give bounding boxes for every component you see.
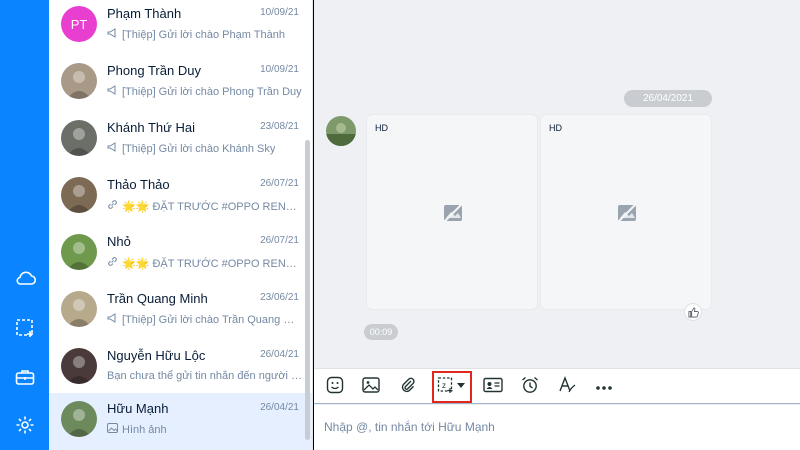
conversation-name: Hữu Mạnh: [107, 401, 169, 416]
video-duration-badge: 00:09: [364, 324, 398, 340]
image-message[interactable]: HD: [540, 114, 712, 310]
cloud-icon[interactable]: [12, 265, 37, 290]
hd-badge: HD: [375, 123, 388, 133]
date-badge: 26/04/2021: [624, 90, 712, 107]
alarm-clock-icon: [521, 376, 539, 399]
conversation-item[interactable]: Khánh Thứ Hai 23/08/21 [Thiệp] Gửi lời chà…: [49, 112, 312, 169]
conversation-item[interactable]: Thảo Thảo 26/07/21 🌟🌟 ĐẶT TRƯỚC #OPPO RENO…: [49, 169, 312, 226]
text-format-button[interactable]: [554, 374, 580, 400]
megaphone-icon: [107, 313, 118, 326]
paperclip-icon: [400, 376, 416, 399]
avatar: [61, 120, 97, 156]
conversation-item[interactable]: Hữu Mạnh 26/04/21 Hình ảnh: [49, 393, 312, 450]
conversation-name: Nhỏ: [107, 234, 131, 249]
conversation-item[interactable]: Nhỏ 26/07/21 🌟🌟 ĐẶT TRƯỚC #OPPO RENO ...: [49, 226, 312, 283]
avatar: [61, 63, 97, 99]
composer-toolbar: z: [314, 368, 800, 404]
megaphone-icon: [107, 142, 118, 155]
conversation-preview: [Thiệp] Gửi lời chào Phong Trần Duy: [107, 85, 303, 98]
conversation-date: 26/07/21: [260, 178, 299, 189]
conversation-preview-text: [Thiệp] Gửi lời chào Khánh Sky: [122, 142, 276, 155]
image-icon: [107, 423, 118, 436]
image-placeholder-icon: [617, 204, 637, 222]
conversation-preview-text: 🌟🌟 ĐẶT TRƯỚC #OPPO RENO ...: [122, 200, 303, 213]
conversation-preview: [Thiệp] Gửi lời chào Khánh Sky: [107, 142, 303, 155]
link-icon: [107, 256, 118, 270]
conversation-preview-text: [Thiệp] Gửi lời chào Trần Quang Mi...: [122, 313, 303, 326]
conversation-name: Thảo Thảo: [107, 177, 170, 192]
megaphone-icon: [107, 85, 118, 98]
conversation-item[interactable]: Trần Quang Minh 23/06/21 [Thiệp] Gửi lời c…: [49, 283, 312, 340]
briefcase-icon[interactable]: [12, 364, 37, 389]
conversation-preview-text: 🌟🌟 ĐẶT TRƯỚC #OPPO RENO ...: [122, 257, 303, 270]
message-input-area: [314, 405, 800, 450]
conversation-preview: 🌟🌟 ĐẶT TRƯỚC #OPPO RENO ...: [107, 199, 303, 213]
conversation-preview-text: Bạn chưa thể gửi tin nhắn đến người n...: [107, 370, 303, 382]
conversation-preview: [Thiệp] Gửi lời chào Phạm Thành: [107, 28, 303, 41]
megaphone-icon: [107, 28, 118, 41]
more-icon: [595, 378, 613, 396]
conversation-date: 10/09/21: [260, 7, 299, 18]
image-icon: [362, 376, 380, 398]
avatar-initials: PT: [70, 16, 88, 32]
conversation-name: Phạm Thành: [107, 6, 182, 21]
hd-badge: HD: [549, 123, 562, 133]
scrollbar[interactable]: [305, 140, 310, 440]
settings-gear-icon[interactable]: [12, 412, 37, 437]
conversation-preview-text: Hình ảnh: [122, 423, 167, 436]
conversation-date: 23/08/21: [260, 121, 299, 132]
text-format-icon: [558, 375, 576, 399]
conversation-date: 26/04/21: [260, 402, 299, 413]
conversation-date: 26/04/21: [260, 349, 299, 360]
contact-card-button[interactable]: [480, 374, 506, 400]
conversation-preview-text: [Thiệp] Gửi lời chào Phạm Thành: [122, 28, 285, 41]
avatar: [61, 177, 97, 213]
conversation-date: 26/07/21: [260, 235, 299, 246]
app-sidebar: [0, 0, 49, 450]
conversation-preview-text: [Thiệp] Gửi lời chào Phong Trần Duy: [122, 85, 302, 98]
screenshot-icon: z: [437, 376, 467, 399]
conversation-list: Hữu Mạnh 26/04/21 Hình ảnh Nguyễn Hữu Lộc 26…: [49, 0, 313, 450]
sticker-icon: [326, 376, 344, 399]
conversation-name: Nguyễn Hữu Lộc: [107, 348, 206, 363]
message-input[interactable]: [324, 415, 784, 439]
image-placeholder-icon: [443, 204, 463, 222]
avatar: [61, 291, 97, 327]
conversation-preview: Bạn chưa thể gửi tin nhắn đến người n...: [107, 370, 303, 382]
contact-card-icon: [483, 377, 503, 398]
conversation-item[interactable]: PT Phạm Thành 10/09/21 [Thiệp] Gửi lời chào…: [49, 0, 312, 55]
screenshot-button[interactable]: z: [432, 371, 472, 403]
conversation-date: 10/09/21: [260, 64, 299, 75]
conversation-preview: [Thiệp] Gửi lời chào Trần Quang Mi...: [107, 313, 303, 326]
conversation-preview: Hình ảnh: [107, 423, 303, 436]
chat-panel: 26/04/2021 HD HD 00:09 z: [314, 0, 800, 450]
conversation-name: Khánh Thứ Hai: [107, 120, 195, 135]
conversation-preview: 🌟🌟 ĐẶT TRƯỚC #OPPO RENO ...: [107, 256, 303, 270]
sticker-button[interactable]: [322, 374, 348, 400]
like-icon[interactable]: [684, 303, 702, 321]
attach-file-button[interactable]: [395, 374, 421, 400]
conversation-item[interactable]: Phong Trần Duy 10/09/21 [Thiệp] Gửi lời ch…: [49, 55, 312, 112]
avatar: [61, 401, 97, 437]
conversation-name: Phong Trần Duy: [107, 63, 201, 78]
conversation-item[interactable]: Nguyễn Hữu Lộc 26/04/21 Bạn chưa thể gửi t…: [49, 340, 312, 397]
more-button[interactable]: [591, 374, 617, 400]
avatar: PT: [61, 6, 97, 42]
reminder-button[interactable]: [517, 374, 543, 400]
screenshot-capture-icon[interactable]: [12, 315, 37, 340]
image-button[interactable]: [358, 374, 384, 400]
conversation-name: Trần Quang Minh: [107, 291, 208, 306]
avatar: [61, 348, 97, 384]
avatar: [61, 234, 97, 270]
image-message[interactable]: HD: [366, 114, 538, 310]
link-icon: [107, 199, 118, 213]
conversation-date: 23/06/21: [260, 292, 299, 303]
svg-text:z: z: [442, 381, 446, 390]
sender-avatar[interactable]: [326, 116, 356, 146]
